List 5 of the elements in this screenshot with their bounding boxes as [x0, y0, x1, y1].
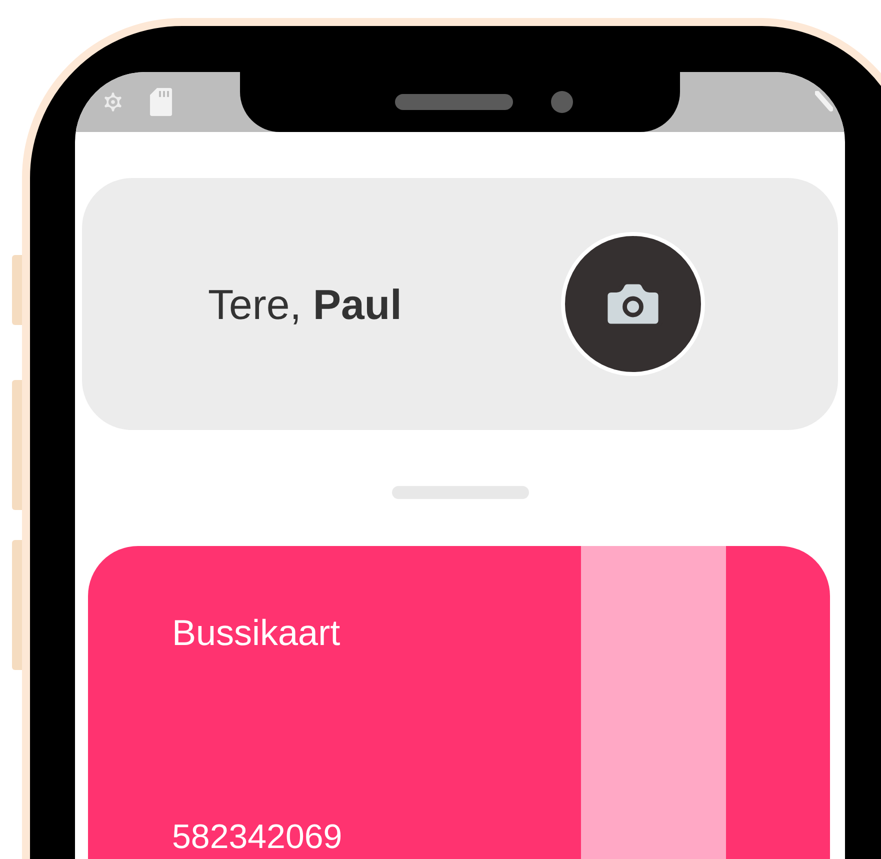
card-number: 582342069	[172, 817, 344, 858]
sd-card-icon	[150, 88, 172, 116]
bus-card[interactable]: Bussikaart 582342069	[88, 546, 830, 859]
card-title: Bussikaart	[172, 611, 342, 655]
greeting-text: Tere, Paul	[208, 280, 402, 330]
